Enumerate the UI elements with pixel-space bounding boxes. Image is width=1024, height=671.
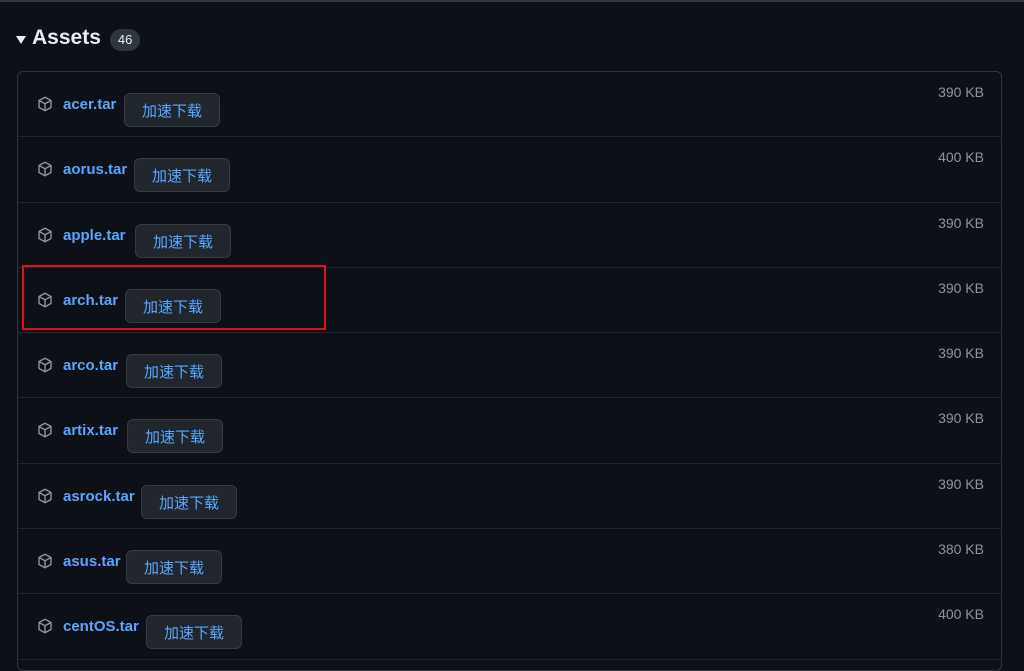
asset-link[interactable]: centOS.tar <box>63 618 139 635</box>
package-icon <box>37 292 53 308</box>
assets-count-badge: 46 <box>109 28 141 51</box>
asset-link[interactable]: apple.tar <box>63 227 126 244</box>
asset-row: apple.tar 加速下载 390 KB <box>18 203 1001 268</box>
assets-toggle[interactable]: Assets 46 <box>16 22 141 54</box>
accelerated-download-button[interactable]: 加速下载 <box>135 223 232 258</box>
asset-link[interactable]: asrock.tar <box>63 488 135 505</box>
asset-size: 390 KB <box>938 475 984 492</box>
package-icon <box>37 161 53 177</box>
asset-link[interactable]: arch.tar <box>63 292 118 309</box>
accelerated-download-button[interactable]: 加速下载 <box>134 158 231 193</box>
asset-row: aorus.tar 加速下载 400 KB <box>18 137 1001 203</box>
package-icon <box>37 357 53 373</box>
assets-title: Assets <box>32 26 101 49</box>
accelerated-download-button[interactable]: 加速下载 <box>126 550 223 585</box>
top-divider <box>0 0 1024 2</box>
asset-row: artix.tar 加速下载 390 KB <box>18 398 1001 464</box>
asset-link[interactable]: arco.tar <box>63 357 118 374</box>
asset-link[interactable]: aorus.tar <box>63 161 127 178</box>
asset-row: asus.tar 加速下载 380 KB <box>18 529 1001 595</box>
accelerated-download-button[interactable]: 加速下载 <box>141 484 238 519</box>
asset-size: 390 KB <box>938 410 984 427</box>
accelerated-download-button[interactable]: 加速下载 <box>125 288 222 323</box>
asset-size: 400 KB <box>938 149 984 166</box>
asset-row: arco.tar 加速下载 390 KB <box>18 333 1001 399</box>
asset-size: 390 KB <box>938 84 984 100</box>
package-icon <box>37 553 53 569</box>
asset-size: 390 KB <box>938 279 984 296</box>
asset-row: arch.tar 加速下载 390 KB <box>18 268 1001 334</box>
asset-link[interactable]: artix.tar <box>63 422 118 439</box>
package-icon <box>37 96 53 112</box>
accelerated-download-button[interactable]: 加速下载 <box>124 93 221 127</box>
asset-row: asrock.tar 加速下载 390 KB <box>18 464 1001 530</box>
accelerated-download-button[interactable]: 加速下载 <box>127 419 224 454</box>
package-icon <box>37 422 53 438</box>
asset-size: 400 KB <box>938 606 984 623</box>
package-icon <box>37 488 53 504</box>
asset-size: 390 KB <box>938 345 984 362</box>
caret-down-icon <box>16 35 26 44</box>
accelerated-download-button[interactable]: 加速下载 <box>126 354 223 389</box>
asset-link[interactable]: acer.tar <box>63 96 116 113</box>
package-icon <box>37 227 53 243</box>
asset-size: 380 KB <box>938 541 984 558</box>
asset-link[interactable]: asus.tar <box>63 553 121 570</box>
asset-row: centOS.tar 加速下载 400 KB <box>18 594 1001 660</box>
asset-row: acer.tar 加速下载 390 KB <box>18 72 1001 138</box>
accelerated-download-button[interactable]: 加速下载 <box>146 615 243 650</box>
asset-list: acer.tar 加速下载 390 KB aorus.tar 加速下载 400 … <box>17 71 1002 671</box>
asset-size: 390 KB <box>938 214 984 231</box>
package-icon <box>37 618 53 634</box>
